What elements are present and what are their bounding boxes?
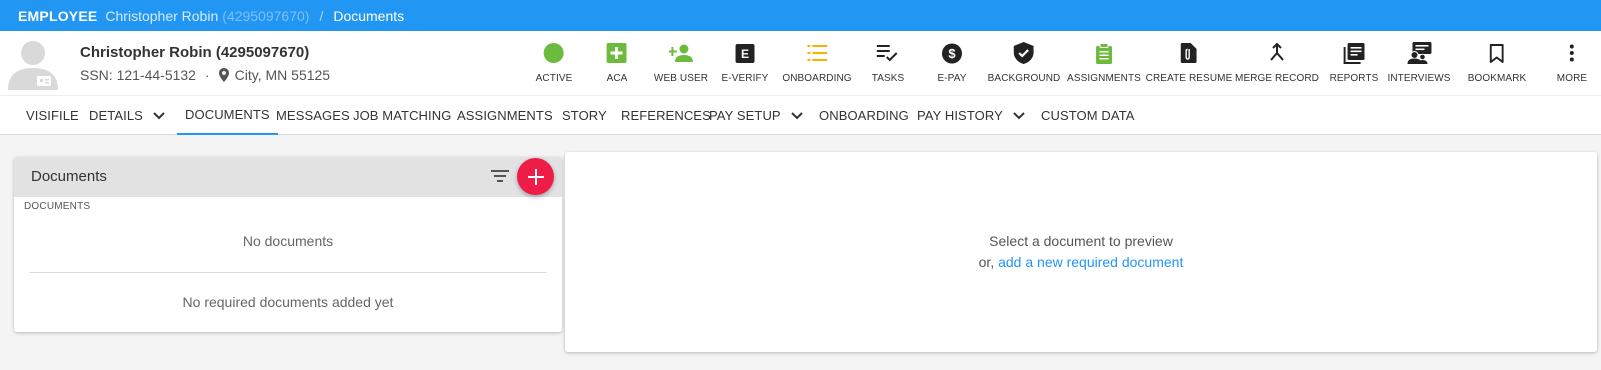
shield-check-icon <box>1014 41 1034 65</box>
tab-label: CUSTOM DATA <box>1041 108 1135 123</box>
merge-icon <box>1269 41 1285 65</box>
tab-visifile[interactable]: VISIFILE <box>26 96 79 135</box>
add-required-document-link[interactable]: add a new required document <box>998 254 1183 270</box>
tab-label: STORY <box>562 108 607 123</box>
action-label: BACKGROUND <box>987 73 1061 84</box>
documents-panel-title: Documents <box>31 168 107 185</box>
action-background[interactable]: BACKGROUND <box>988 41 1061 84</box>
employee-header: Christopher Robin (4295097670) SSN: 121-… <box>0 31 1601 95</box>
action-assignments[interactable]: ASSIGNMENTS <box>1067 41 1141 84</box>
bookmark-icon <box>1490 41 1504 65</box>
add-document-button[interactable] <box>517 158 554 195</box>
divider <box>29 272 547 273</box>
tab-details[interactable]: DETAILS <box>89 96 165 135</box>
filter-icon[interactable] <box>491 169 509 188</box>
action-label: ASSIGNMENTS <box>1067 73 1141 84</box>
resume-attach-icon <box>1181 41 1197 65</box>
action-label: WEB USER <box>653 73 709 84</box>
tab-pay-setup[interactable]: PAY SETUP <box>709 96 803 135</box>
plus-icon <box>527 168 544 185</box>
document-preview-panel: Select a document to preview or, add a n… <box>565 152 1597 352</box>
action-label: E-PAY <box>937 73 967 84</box>
tab-references[interactable]: REFERENCES <box>621 96 711 135</box>
action-label: MORE <box>1556 73 1588 84</box>
preview-message: Select a document to preview <box>989 233 1173 249</box>
action-label: CREATE RESUME <box>1145 73 1233 84</box>
action-aca[interactable]: ACA <box>607 41 628 84</box>
action-reports[interactable]: REPORTS <box>1330 41 1379 84</box>
action-onboarding[interactable]: ONBOARDING <box>782 41 852 84</box>
no-documents-message: No documents <box>242 233 334 249</box>
action-label: INTERVIEWS <box>1387 73 1451 84</box>
breadcrumb-separator: / <box>319 7 324 24</box>
aca-plus-icon <box>607 41 627 65</box>
documents-section-label: DOCUMENTS <box>24 201 91 212</box>
action-label: TASKS <box>871 73 905 84</box>
reports-icon <box>1343 41 1365 65</box>
tab-label: ONBOARDING <box>819 108 909 123</box>
action-merge-record[interactable]: MERGE RECORD <box>1235 41 1319 84</box>
action-tasks[interactable]: TASKS <box>872 41 905 84</box>
tab-job-matching[interactable]: JOB MATCHING <box>353 96 451 135</box>
tab-label: VISIFILE <box>26 108 79 123</box>
chevron-down-icon <box>790 111 803 120</box>
action-label: REPORTS <box>1329 73 1379 84</box>
chevron-down-icon <box>1013 111 1025 120</box>
breadcrumb-id: (4295097670) <box>222 7 310 24</box>
action-label: ACTIVE <box>535 73 573 84</box>
more-vert-icon <box>1569 41 1575 65</box>
tab-label: DOCUMENTS <box>185 107 270 122</box>
e-verify-icon: E <box>735 41 755 65</box>
preview-or-text: or, <box>978 254 995 270</box>
breadcrumb-entity: EMPLOYEE <box>18 7 98 24</box>
tab-pay-history[interactable]: PAY HISTORY <box>917 96 1025 135</box>
tab-onboarding[interactable]: ONBOARDING <box>819 96 909 135</box>
tab-custom-data[interactable]: CUSTOM DATA <box>1041 96 1135 135</box>
tab-bar: VISIFILE DETAILS DOCUMENTS MESSAGES JOB … <box>0 95 1601 135</box>
tab-label: ASSIGNMENTS <box>457 108 553 123</box>
no-required-documents-message: No required documents added yet <box>182 294 394 310</box>
preview-placeholder: Select a document to preview or, add a n… <box>565 231 1597 273</box>
action-web-user[interactable]: WEB USER <box>654 41 708 84</box>
tab-story[interactable]: STORY <box>562 96 607 135</box>
tab-label: REFERENCES <box>621 108 711 123</box>
tasks-icon <box>876 41 899 65</box>
breadcrumb: EMPLOYEE Christopher Robin (4295097670) … <box>0 0 1601 31</box>
tab-assignments[interactable]: ASSIGNMENTS <box>457 96 553 135</box>
tab-label: DETAILS <box>89 108 143 123</box>
tab-label: PAY SETUP <box>709 108 781 123</box>
action-create-resume[interactable]: CREATE RESUME <box>1146 41 1233 84</box>
tab-label: JOB MATCHING <box>353 108 452 123</box>
chevron-down-icon <box>153 111 165 120</box>
clipboard-icon <box>1095 41 1112 65</box>
breadcrumb-current-page: Documents <box>333 7 405 24</box>
onboarding-list-icon <box>807 41 827 65</box>
active-status-icon <box>543 41 565 65</box>
svg-text:E: E <box>741 47 749 61</box>
add-user-icon <box>668 41 693 65</box>
action-label: MERGE RECORD <box>1235 73 1319 84</box>
tab-documents[interactable]: DOCUMENTS <box>177 96 278 135</box>
breadcrumb-name-link[interactable]: Christopher Robin <box>105 8 218 24</box>
tab-label: MESSAGES <box>276 108 350 123</box>
action-label: ONBOARDING <box>782 73 852 84</box>
documents-panel: Documents DOCUMENTS No documents No requ… <box>14 157 562 332</box>
action-label: E-VERIFY <box>721 73 769 84</box>
action-interviews[interactable]: INTERVIEWS <box>1387 41 1450 84</box>
tab-label: PAY HISTORY <box>917 108 1003 123</box>
action-label: BOOKMARK <box>1467 73 1527 84</box>
action-toolbar: ACTIVE ACA WEB USER E E-VERIFY ONBOARDIN… <box>0 31 1601 95</box>
action-bookmark[interactable]: BOOKMARK <box>1468 41 1527 84</box>
action-active[interactable]: ACTIVE <box>536 41 573 84</box>
action-e-pay[interactable]: $ E-PAY <box>937 41 966 84</box>
action-label: ACA <box>606 73 628 84</box>
action-e-verify[interactable]: E E-VERIFY <box>722 41 769 84</box>
documents-panel-header: Documents <box>14 157 562 197</box>
action-more[interactable]: MORE <box>1557 41 1587 84</box>
interviews-icon <box>1406 41 1431 65</box>
preview-link-line: or, add a new required document <box>565 252 1597 273</box>
svg-text:$: $ <box>948 46 956 61</box>
tab-messages[interactable]: MESSAGES <box>276 96 350 135</box>
dollar-icon: $ <box>942 41 963 65</box>
